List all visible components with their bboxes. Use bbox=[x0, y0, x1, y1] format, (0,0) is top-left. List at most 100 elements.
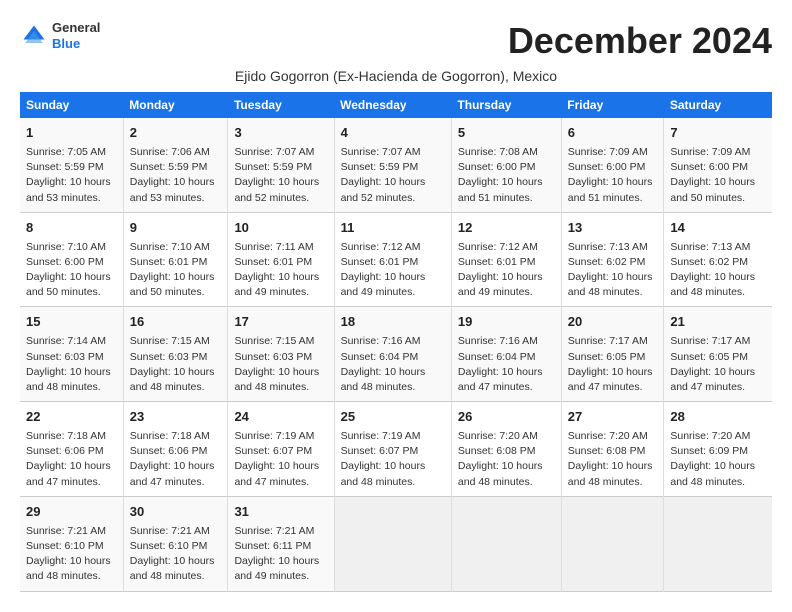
daylight-text: Daylight: 10 hours and 49 minutes. bbox=[234, 271, 319, 298]
daylight-text: Daylight: 10 hours and 48 minutes. bbox=[26, 555, 111, 582]
sunrise-text: Sunrise: 7:21 AM bbox=[234, 525, 314, 537]
sunset-text: Sunset: 6:07 PM bbox=[341, 445, 419, 457]
sunrise-text: Sunrise: 7:19 AM bbox=[341, 430, 421, 442]
sunrise-text: Sunrise: 7:17 AM bbox=[568, 335, 648, 347]
sunset-text: Sunset: 6:10 PM bbox=[130, 540, 208, 552]
daylight-text: Daylight: 10 hours and 51 minutes. bbox=[458, 176, 543, 203]
sunrise-text: Sunrise: 7:10 AM bbox=[26, 241, 106, 253]
sunset-text: Sunset: 6:00 PM bbox=[458, 161, 536, 173]
daylight-text: Daylight: 10 hours and 50 minutes. bbox=[130, 271, 215, 298]
sunrise-text: Sunrise: 7:07 AM bbox=[341, 146, 421, 158]
day-number: 9 bbox=[130, 219, 222, 238]
logo-icon bbox=[20, 22, 48, 50]
sunrise-text: Sunrise: 7:15 AM bbox=[130, 335, 210, 347]
sunset-text: Sunset: 6:01 PM bbox=[341, 256, 419, 268]
daylight-text: Daylight: 10 hours and 48 minutes. bbox=[130, 555, 215, 582]
day-number: 14 bbox=[670, 219, 766, 238]
day-number: 4 bbox=[341, 124, 445, 143]
daylight-text: Daylight: 10 hours and 49 minutes. bbox=[341, 271, 426, 298]
calendar-cell: 26Sunrise: 7:20 AMSunset: 6:08 PMDayligh… bbox=[451, 402, 561, 497]
day-number: 1 bbox=[26, 124, 117, 143]
day-header-wednesday: Wednesday bbox=[334, 92, 451, 118]
sunrise-text: Sunrise: 7:08 AM bbox=[458, 146, 538, 158]
calendar-cell: 12Sunrise: 7:12 AMSunset: 6:01 PMDayligh… bbox=[451, 212, 561, 307]
sunset-text: Sunset: 6:00 PM bbox=[26, 256, 104, 268]
sunset-text: Sunset: 6:09 PM bbox=[670, 445, 748, 457]
day-number: 7 bbox=[670, 124, 766, 143]
sunset-text: Sunset: 6:03 PM bbox=[234, 351, 312, 363]
calendar-cell: 13Sunrise: 7:13 AMSunset: 6:02 PMDayligh… bbox=[561, 212, 664, 307]
calendar-week-5: 29Sunrise: 7:21 AMSunset: 6:10 PMDayligh… bbox=[20, 496, 772, 591]
sunset-text: Sunset: 6:08 PM bbox=[568, 445, 646, 457]
sunset-text: Sunset: 6:02 PM bbox=[670, 256, 748, 268]
sunset-text: Sunset: 6:08 PM bbox=[458, 445, 536, 457]
calendar-cell: 5 Sunrise: 7:08 AM Sunset: 6:00 PM Daylight… bbox=[451, 118, 561, 212]
daylight-text: Daylight: 10 hours and 53 minutes. bbox=[26, 176, 111, 203]
sunset-text: Sunset: 6:04 PM bbox=[341, 351, 419, 363]
calendar-cell: 21Sunrise: 7:17 AMSunset: 6:05 PMDayligh… bbox=[664, 307, 772, 402]
day-header-tuesday: Tuesday bbox=[228, 92, 334, 118]
sunrise-text: Sunrise: 7:15 AM bbox=[234, 335, 314, 347]
day-header-monday: Monday bbox=[123, 92, 228, 118]
logo: General Blue bbox=[20, 20, 100, 51]
sunrise-text: Sunrise: 7:06 AM bbox=[130, 146, 210, 158]
calendar-cell: 9Sunrise: 7:10 AMSunset: 6:01 PMDaylight… bbox=[123, 212, 228, 307]
sunrise-text: Sunrise: 7:05 AM bbox=[26, 146, 106, 158]
calendar-cell bbox=[664, 496, 772, 591]
sunset-text: Sunset: 6:06 PM bbox=[26, 445, 104, 457]
sunset-text: Sunset: 5:59 PM bbox=[130, 161, 208, 173]
calendar-cell: 6Sunrise: 7:09 AMSunset: 6:00 PMDaylight… bbox=[561, 118, 664, 212]
daylight-text: Daylight: 10 hours and 52 minutes. bbox=[341, 176, 426, 203]
daylight-text: Daylight: 10 hours and 48 minutes. bbox=[234, 366, 319, 393]
day-number: 6 bbox=[568, 124, 658, 143]
day-number: 23 bbox=[130, 408, 222, 427]
sunset-text: Sunset: 6:01 PM bbox=[234, 256, 312, 268]
sunrise-text: Sunrise: 7:20 AM bbox=[568, 430, 648, 442]
day-number: 5 bbox=[458, 124, 555, 143]
sunrise-text: Sunrise: 7:16 AM bbox=[458, 335, 538, 347]
day-number: 27 bbox=[568, 408, 658, 427]
calendar-cell: 19Sunrise: 7:16 AMSunset: 6:04 PMDayligh… bbox=[451, 307, 561, 402]
day-number: 11 bbox=[341, 219, 445, 238]
calendar-cell: 11Sunrise: 7:12 AMSunset: 6:01 PMDayligh… bbox=[334, 212, 451, 307]
sunset-text: Sunset: 6:00 PM bbox=[670, 161, 748, 173]
calendar-cell bbox=[561, 496, 664, 591]
day-number: 21 bbox=[670, 313, 766, 332]
sunset-text: Sunset: 6:04 PM bbox=[458, 351, 536, 363]
calendar-cell: 1Sunrise: 7:05 AMSunset: 5:59 PMDaylight… bbox=[20, 118, 123, 212]
day-number: 13 bbox=[568, 219, 658, 238]
calendar-cell: 2Sunrise: 7:06 AMSunset: 5:59 PMDaylight… bbox=[123, 118, 228, 212]
calendar-cell: 31Sunrise: 7:21 AMSunset: 6:11 PMDayligh… bbox=[228, 496, 334, 591]
calendar-week-4: 22Sunrise: 7:18 AMSunset: 6:06 PMDayligh… bbox=[20, 402, 772, 497]
daylight-text: Daylight: 10 hours and 48 minutes. bbox=[670, 271, 755, 298]
sunset-text: Sunset: 6:01 PM bbox=[458, 256, 536, 268]
sunset-text: Sunset: 6:05 PM bbox=[568, 351, 646, 363]
day-number: 25 bbox=[341, 408, 445, 427]
daylight-text: Daylight: 10 hours and 49 minutes. bbox=[458, 271, 543, 298]
calendar-cell: 10 Sunrise: 7:11 AM Sunset: 6:01 PM Dayligh… bbox=[228, 212, 334, 307]
day-header-saturday: Saturday bbox=[664, 92, 772, 118]
calendar-cell: 3Sunrise: 7:07 AMSunset: 5:59 PMDaylight… bbox=[228, 118, 334, 212]
calendar-cell: 22Sunrise: 7:18 AMSunset: 6:06 PMDayligh… bbox=[20, 402, 123, 497]
calendar-cell: 30Sunrise: 7:21 AMSunset: 6:10 PMDayligh… bbox=[123, 496, 228, 591]
sunset-text: Sunset: 6:11 PM bbox=[234, 540, 311, 552]
sunrise-text: Sunrise: 7:07 AM bbox=[234, 146, 314, 158]
sunrise-text: Sunrise: 7:11 AM bbox=[234, 241, 313, 253]
calendar-cell: 15Sunrise: 7:14 AMSunset: 6:03 PMDayligh… bbox=[20, 307, 123, 402]
day-number: 10 bbox=[234, 219, 327, 238]
sunrise-text: Sunrise: 7:17 AM bbox=[670, 335, 750, 347]
sunset-text: Sunset: 6:02 PM bbox=[568, 256, 646, 268]
sunset-text: Sunset: 5:59 PM bbox=[341, 161, 419, 173]
sunrise-text: Sunrise: 7:16 AM bbox=[341, 335, 421, 347]
day-header-thursday: Thursday bbox=[451, 92, 561, 118]
sunset-text: Sunset: 6:00 PM bbox=[568, 161, 646, 173]
daylight-text: Daylight: 10 hours and 47 minutes. bbox=[234, 460, 319, 487]
daylight-text: Daylight: 10 hours and 47 minutes. bbox=[568, 366, 653, 393]
daylight-text: Daylight: 10 hours and 48 minutes. bbox=[458, 460, 543, 487]
daylight-text: Daylight: 10 hours and 49 minutes. bbox=[234, 555, 319, 582]
sunrise-text: Sunrise: 7:13 AM bbox=[568, 241, 648, 253]
calendar-cell: 24Sunrise: 7:19 AMSunset: 6:07 PMDayligh… bbox=[228, 402, 334, 497]
day-number: 24 bbox=[234, 408, 327, 427]
sunrise-text: Sunrise: 7:19 AM bbox=[234, 430, 314, 442]
calendar-cell: 16Sunrise: 7:15 AMSunset: 6:03 PMDayligh… bbox=[123, 307, 228, 402]
